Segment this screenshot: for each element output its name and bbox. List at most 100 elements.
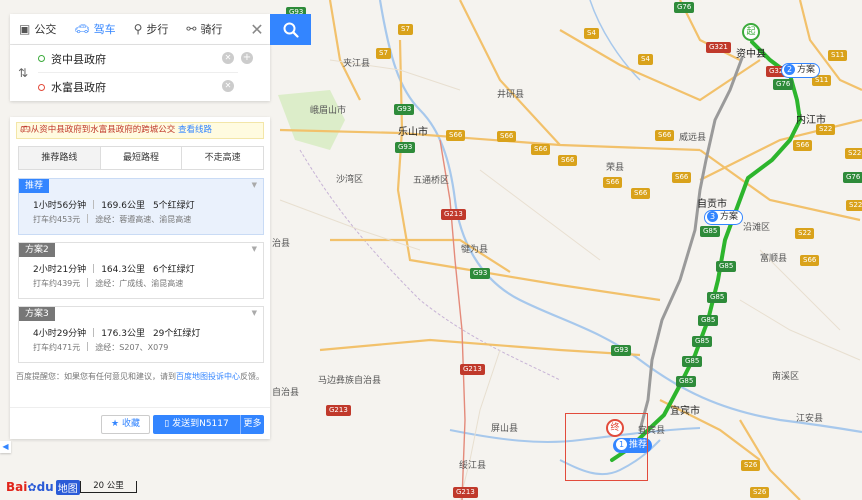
tab-walk[interactable]: ⚲ 步行 xyxy=(125,14,178,45)
highway-shield: S66 xyxy=(800,255,820,266)
clear-origin-icon[interactable]: ✕ xyxy=(222,52,234,64)
add-waypoint-icon[interactable]: + xyxy=(241,52,253,64)
favorite-button[interactable]: ★ 收藏 xyxy=(101,415,150,434)
plan-card-3[interactable]: 方案3 ▼ 4小时29分钟 176.3公里 29个红绿灯 打车约471元 途经：S20… xyxy=(18,306,264,363)
chevron-down-icon: ▼ xyxy=(251,245,257,253)
plan-card-2[interactable]: 方案2 ▼ 2小时21分钟 164.3公里 6个红绿灯 打车约439元 途经：广成线、… xyxy=(18,242,264,299)
tab-label: 驾车 xyxy=(93,23,116,36)
bus-hint: 🚌︎从资中县政府到水富县政府的跨城公交 查看线路 xyxy=(16,122,264,139)
plan-detail: 打车约439元 途经：广成线、渝昆高速 xyxy=(33,278,183,289)
place-label: 威远县 xyxy=(679,133,707,143)
complaint-center-link[interactable]: 百度地图投诉中心 xyxy=(176,372,240,381)
tip-prefix: 百度提醒您：如果您有任何意见和建议，请到 xyxy=(16,372,176,381)
destination-highlight-box xyxy=(565,413,648,481)
plan-detail: 打车约453元 途经：蓉遵高速、渝昆高速 xyxy=(33,214,191,225)
plan-time: 2小时21分钟 xyxy=(33,265,87,275)
map-plan-tag-3[interactable]: 3 方案 xyxy=(704,210,744,225)
place-label: 夹江县 xyxy=(343,59,371,69)
plan-via: 途经：S207、X079 xyxy=(95,343,169,352)
highway-shield: G93 xyxy=(395,142,416,153)
national-road-shield: G213 xyxy=(453,487,478,498)
strategy-no-highway[interactable]: 不走高速 xyxy=(182,147,264,169)
highway-shield: S22 xyxy=(795,228,815,239)
highway-shield: S7 xyxy=(398,24,413,35)
highway-shield: G85 xyxy=(716,261,737,272)
origin-row: ✕ + xyxy=(38,45,253,73)
place-label: 荣县 xyxy=(606,163,625,173)
plan-card-1[interactable]: 推荐 ▼ 1小时56分钟 169.6公里 5个红绿灯 打车约453元 途经：蓉遵高速、… xyxy=(18,178,264,235)
origin-dot-icon xyxy=(38,55,45,62)
highway-shield: S22 xyxy=(845,148,862,159)
clear-destination-icon[interactable]: ✕ xyxy=(222,80,234,92)
car-icon: 🚗︎ xyxy=(74,22,90,36)
highway-shield: S66 xyxy=(672,172,692,183)
highway-shield: G93 xyxy=(470,268,491,279)
tab-bus[interactable]: ▣ 公交 xyxy=(10,14,65,45)
swap-icon[interactable]: ⇅ xyxy=(18,66,28,80)
highway-shield: S66 xyxy=(793,140,813,151)
mode-tab-bar: ▣ 公交 🚗︎ 驾车 ⚲ 步行 ⚯ 骑行 ✕ xyxy=(10,14,270,45)
national-road-shield: G213 xyxy=(460,364,485,375)
strategy-recommended[interactable]: 推荐路线 xyxy=(19,147,101,169)
origin-input[interactable] xyxy=(51,52,211,65)
bus-hint-text: 从资中县政府到水富县政府的跨城公交 xyxy=(30,125,176,135)
highway-shield: G93 xyxy=(611,345,632,356)
city-label-leshan: 乐山市 xyxy=(398,127,428,138)
place-label: 峨眉山市 xyxy=(310,106,347,116)
chevron-down-icon: ▼ xyxy=(251,181,257,189)
route-inputs: ⇅ ✕ + ✕ xyxy=(10,45,270,101)
plan-lights: 29个红绿灯 xyxy=(152,329,201,339)
close-icon[interactable]: ✕ xyxy=(244,20,270,39)
city-label-zigong: 自贡市 xyxy=(697,199,727,210)
highway-shield: S66 xyxy=(655,130,675,141)
highway-shield: G76 xyxy=(674,2,695,13)
plan-summary: 2小时21分钟 164.3公里 6个红绿灯 xyxy=(33,262,195,275)
plan-tag-label: 方案 xyxy=(720,212,739,222)
view-bus-lines-link[interactable]: 查看线路 xyxy=(178,125,212,135)
bike-icon: ⚯ xyxy=(186,22,197,36)
highway-shield: G85 xyxy=(698,315,719,326)
plan-via: 途经：广成线、渝昆高速 xyxy=(95,279,184,288)
baidu-map-logo[interactable]: Bai ✿ du 地图 xyxy=(6,478,80,496)
highway-shield: G85 xyxy=(676,376,697,387)
more-button[interactable]: 更多 xyxy=(240,415,264,434)
plan-taxi: 打车约471元 xyxy=(33,343,81,352)
strategy-tabs: 推荐路线 最短路程 不走高速 xyxy=(18,146,264,170)
place-label: 治县 xyxy=(272,239,291,249)
destination-input[interactable] xyxy=(51,80,211,94)
plan-summary: 1小时56分钟 169.6公里 5个红绿灯 xyxy=(33,198,195,211)
walk-icon: ⚲ xyxy=(133,22,143,36)
highway-shield: G85 xyxy=(707,292,728,303)
plan-summary: 4小时29分钟 176.3公里 29个红绿灯 xyxy=(33,326,200,339)
place-label: 马边彝族自治县 xyxy=(318,376,382,386)
place-label: 南溪区 xyxy=(772,372,800,382)
search-button[interactable] xyxy=(270,14,311,45)
place-label: 井研县 xyxy=(497,90,525,100)
highway-shield: G85 xyxy=(682,356,703,367)
place-label: 屏山县 xyxy=(491,424,519,434)
collapse-panel-button[interactable]: ◀ xyxy=(0,441,11,453)
plan-time: 4小时29分钟 xyxy=(33,329,87,339)
map-plan-tag-2[interactable]: 2 方案 xyxy=(781,63,821,78)
highway-shield: G76 xyxy=(773,79,794,90)
plan-distance: 164.3公里 xyxy=(101,265,145,275)
highway-shield: S66 xyxy=(603,177,623,188)
highway-shield: S66 xyxy=(531,144,551,155)
plan-detail: 打车约471元 途经：S207、X079 xyxy=(33,342,168,353)
highway-shield: G85 xyxy=(692,336,713,347)
logo-du: du xyxy=(36,480,54,494)
strategy-shortest[interactable]: 最短路程 xyxy=(100,147,183,169)
tab-drive[interactable]: 🚗︎ 驾车 xyxy=(65,14,124,45)
send-to-phone-button[interactable]: ▯ 发送到N5117 xyxy=(153,415,240,434)
place-label: 自治县 xyxy=(272,388,300,398)
highway-shield: S4 xyxy=(638,54,653,65)
bus-icon: ▣ xyxy=(19,22,31,36)
plan-taxi: 打车约453元 xyxy=(33,215,81,224)
national-road-shield: G213 xyxy=(441,209,466,220)
highway-shield: S66 xyxy=(631,188,651,199)
tab-bike[interactable]: ⚯ 骑行 xyxy=(177,14,231,45)
highway-shield: S66 xyxy=(446,130,466,141)
start-marker[interactable]: 起 xyxy=(742,23,760,41)
destination-dot-icon xyxy=(38,83,45,91)
plan-taxi: 打车约439元 xyxy=(33,279,81,288)
